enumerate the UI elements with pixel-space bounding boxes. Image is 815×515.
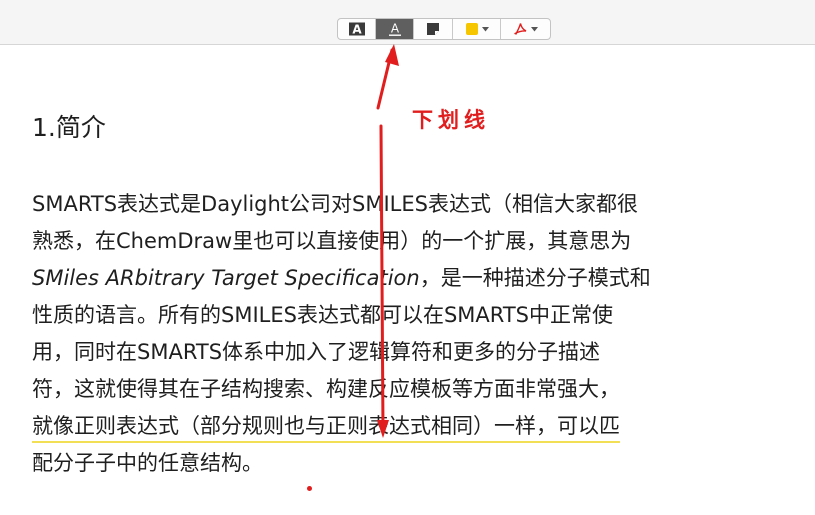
stray-mark bbox=[307, 486, 312, 491]
paragraph-line: SMARTS表达式是Daylight公司对SMILES表达式（相信大家都很 bbox=[32, 192, 638, 216]
underline-annotation[interactable]: 就像正则表达式（部分规则也与正则表达式相同）一样，可以匹 bbox=[32, 408, 620, 445]
annotation-toolbar: A A bbox=[0, 0, 815, 45]
underlined-line[interactable]: 就像正则表达式（部分规则也与正则表达式相同）一样，可以匹 bbox=[32, 408, 651, 445]
paragraph-line: 性质的语言。所有的SMILES表达式都可以在SMARTS中正常使 bbox=[32, 303, 613, 327]
sign-menu-button[interactable] bbox=[501, 19, 550, 39]
markup-tool-group: A A bbox=[337, 18, 551, 40]
chevron-down-icon bbox=[481, 26, 489, 31]
color-swatch-icon bbox=[465, 23, 478, 35]
paragraph-line: 熟悉，在ChemDraw里也可以直接使用）的一个扩展，其意思为 bbox=[32, 229, 632, 253]
underline-text-button[interactable]: A bbox=[376, 19, 414, 39]
arrow-up-line bbox=[376, 48, 394, 110]
italic-term: SMiles ARbitrary Target Specification bbox=[32, 266, 420, 290]
text-underline-icon: A bbox=[388, 22, 401, 36]
highlight-text-button[interactable]: A bbox=[338, 19, 376, 39]
pdf-sign-icon bbox=[514, 23, 527, 35]
paragraph-line: SMiles ARbitrary Target Specification，是一… bbox=[32, 260, 651, 297]
paragraph-line-rest: ，是一种描述分子模式和 bbox=[419, 266, 651, 290]
section-heading: 1.简介 bbox=[32, 113, 106, 142]
paragraph-line: 配分子子中的任意结构。 bbox=[32, 451, 263, 475]
note-icon bbox=[427, 23, 439, 35]
annotation-label: 下划线 bbox=[412, 108, 490, 132]
add-note-button[interactable] bbox=[414, 19, 453, 39]
chevron-down-icon bbox=[531, 26, 538, 31]
paragraph-line: 符，这就使得其在子结构搜索、构建反应模板等方面非常强大， bbox=[32, 377, 620, 401]
body-paragraph: SMARTS表达式是Daylight公司对SMILES表达式（相信大家都很 熟悉… bbox=[32, 186, 651, 482]
arrow-up-head bbox=[385, 44, 399, 66]
svg-text:A: A bbox=[390, 22, 399, 36]
color-picker-button[interactable] bbox=[453, 19, 501, 39]
svg-text:A: A bbox=[352, 23, 362, 37]
text-highlight-icon: A bbox=[348, 22, 365, 37]
paragraph-line: 用，同时在SMARTS体系中加入了逻辑算符和更多的分子描述 bbox=[32, 340, 601, 364]
